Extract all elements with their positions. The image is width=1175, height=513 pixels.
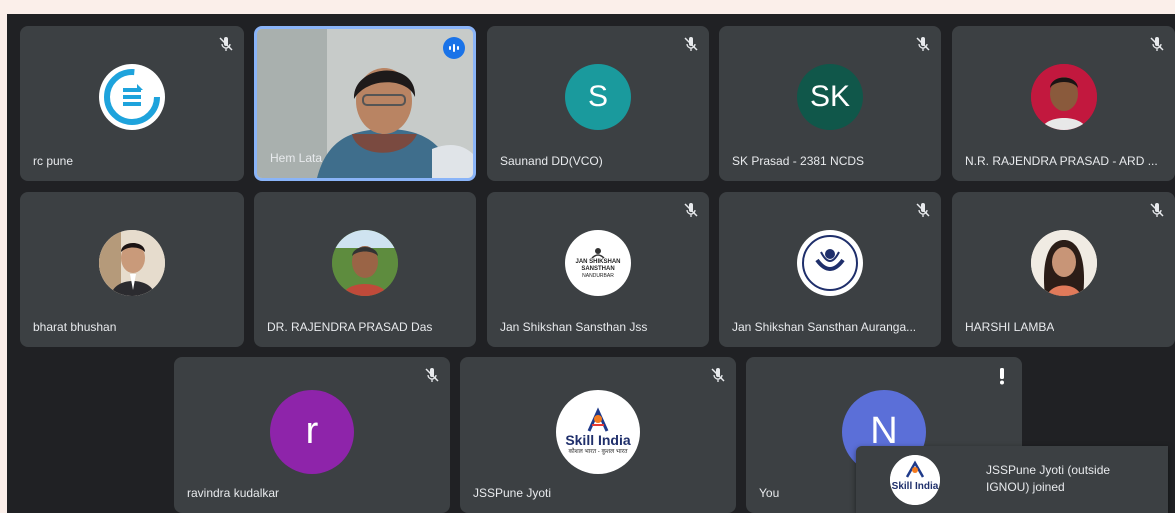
participant-tile-hem-lata[interactable]: Hem Lata xyxy=(254,26,476,181)
avatar-photo xyxy=(332,230,398,297)
participant-name: HARSHI LAMBA xyxy=(965,320,1055,334)
toast-skill-india-logo: Skill India xyxy=(890,455,940,505)
participant-tile-ravindra-kudalkar[interactable]: r ravindra kudalkar xyxy=(174,357,450,513)
avatar: S xyxy=(565,64,631,131)
toast-logo-text: Skill India xyxy=(891,481,939,492)
ignou-logo xyxy=(99,64,165,131)
jss-logo: JAN SHIKSHAN SANSTHAN NANDURBAR xyxy=(565,230,631,297)
participant-name: JSSPune Jyoti xyxy=(473,486,552,500)
participant-tile-dr-rajendra-prasad-das[interactable]: DR. RAJENDRA PRASAD Das xyxy=(254,192,476,347)
participant-name: Jan Shikshan Sansthan Jss xyxy=(500,320,648,334)
participant-name: Saunand DD(VCO) xyxy=(500,154,603,168)
participant-tile-saunand[interactable]: S Saunand DD(VCO) xyxy=(487,26,709,181)
mic-off-icon xyxy=(219,37,233,51)
avatar: SK xyxy=(797,64,863,131)
participant-name: Hem Lata xyxy=(270,151,323,165)
participant-name: ravindra kudalkar xyxy=(187,486,280,500)
participant-tile-rc-pune[interactable]: rc pune xyxy=(20,26,244,181)
participant-name: SK Prasad - 2381 NCDS xyxy=(732,154,865,168)
participant-name: DR. RAJENDRA PRASAD Das xyxy=(267,320,433,334)
jss-logo-line2: SANSTHAN xyxy=(581,265,615,272)
speaking-indicator-icon xyxy=(443,37,465,59)
participant-tile-bharat-bhushan[interactable]: bharat bhushan xyxy=(20,192,244,347)
alert-icon[interactable] xyxy=(995,367,1009,385)
avatar: r xyxy=(270,389,354,474)
participant-name: Jan Shikshan Sansthan Auranga... xyxy=(732,320,917,334)
mic-off-icon xyxy=(711,368,725,382)
join-notification[interactable]: Skill India JSSPune Jyoti (outside IGNOU… xyxy=(856,446,1168,513)
avatar-photo xyxy=(1030,64,1097,131)
skill-india-logo: Skill India कौशल भारत - कुशल भारत xyxy=(556,389,640,474)
participant-tile-harshi-lamba[interactable]: HARSHI LAMBA xyxy=(952,192,1175,347)
participant-tile-jss-aurangabad[interactable]: Jan Shikshan Sansthan Auranga... xyxy=(719,192,941,347)
participant-tile-nr-rajendra-prasad[interactable]: N.R. RAJENDRA PRASAD - ARD ... xyxy=(952,26,1175,181)
mic-off-icon xyxy=(1150,203,1164,217)
mic-off-icon xyxy=(1150,37,1164,51)
jss-logo-line3: NANDURBAR xyxy=(582,272,614,279)
avatar-photo xyxy=(99,230,165,297)
mic-off-icon xyxy=(916,203,930,217)
jss-round-logo xyxy=(797,230,863,297)
mic-off-icon xyxy=(684,37,698,51)
skill-india-text: Skill India xyxy=(565,432,631,449)
participant-name: bharat bhushan xyxy=(33,320,117,334)
participant-tile-jsspune-jyoti[interactable]: Skill India कौशल भारत - कुशल भारत JSSPun… xyxy=(460,357,736,513)
participant-name: You xyxy=(759,486,780,500)
skill-india-tagline: कौशल भारत - कुशल भारत xyxy=(568,449,628,456)
mic-off-icon xyxy=(425,368,439,382)
jss-logo-line1: JAN SHIKSHAN xyxy=(575,258,621,265)
jss-emblem-icon xyxy=(591,247,605,259)
meeting-grid: rc pune Hem Lata S Saunand DD(VCO) SK SK… xyxy=(7,14,1175,513)
avatar-photo xyxy=(1030,230,1097,297)
participant-name: rc pune xyxy=(33,154,74,168)
skill-india-emblem-icon xyxy=(587,407,609,432)
participant-name: N.R. RAJENDRA PRASAD - ARD ... xyxy=(965,154,1158,168)
participant-tile-jss[interactable]: JAN SHIKSHAN SANSTHAN NANDURBAR Jan Shik… xyxy=(487,192,709,347)
mic-off-icon xyxy=(916,37,930,51)
mic-off-icon xyxy=(684,203,698,217)
participant-tile-sk-prasad[interactable]: SK SK Prasad - 2381 NCDS xyxy=(719,26,941,181)
toast-message: JSSPune Jyoti (outside IGNOU) joined xyxy=(986,463,1111,494)
